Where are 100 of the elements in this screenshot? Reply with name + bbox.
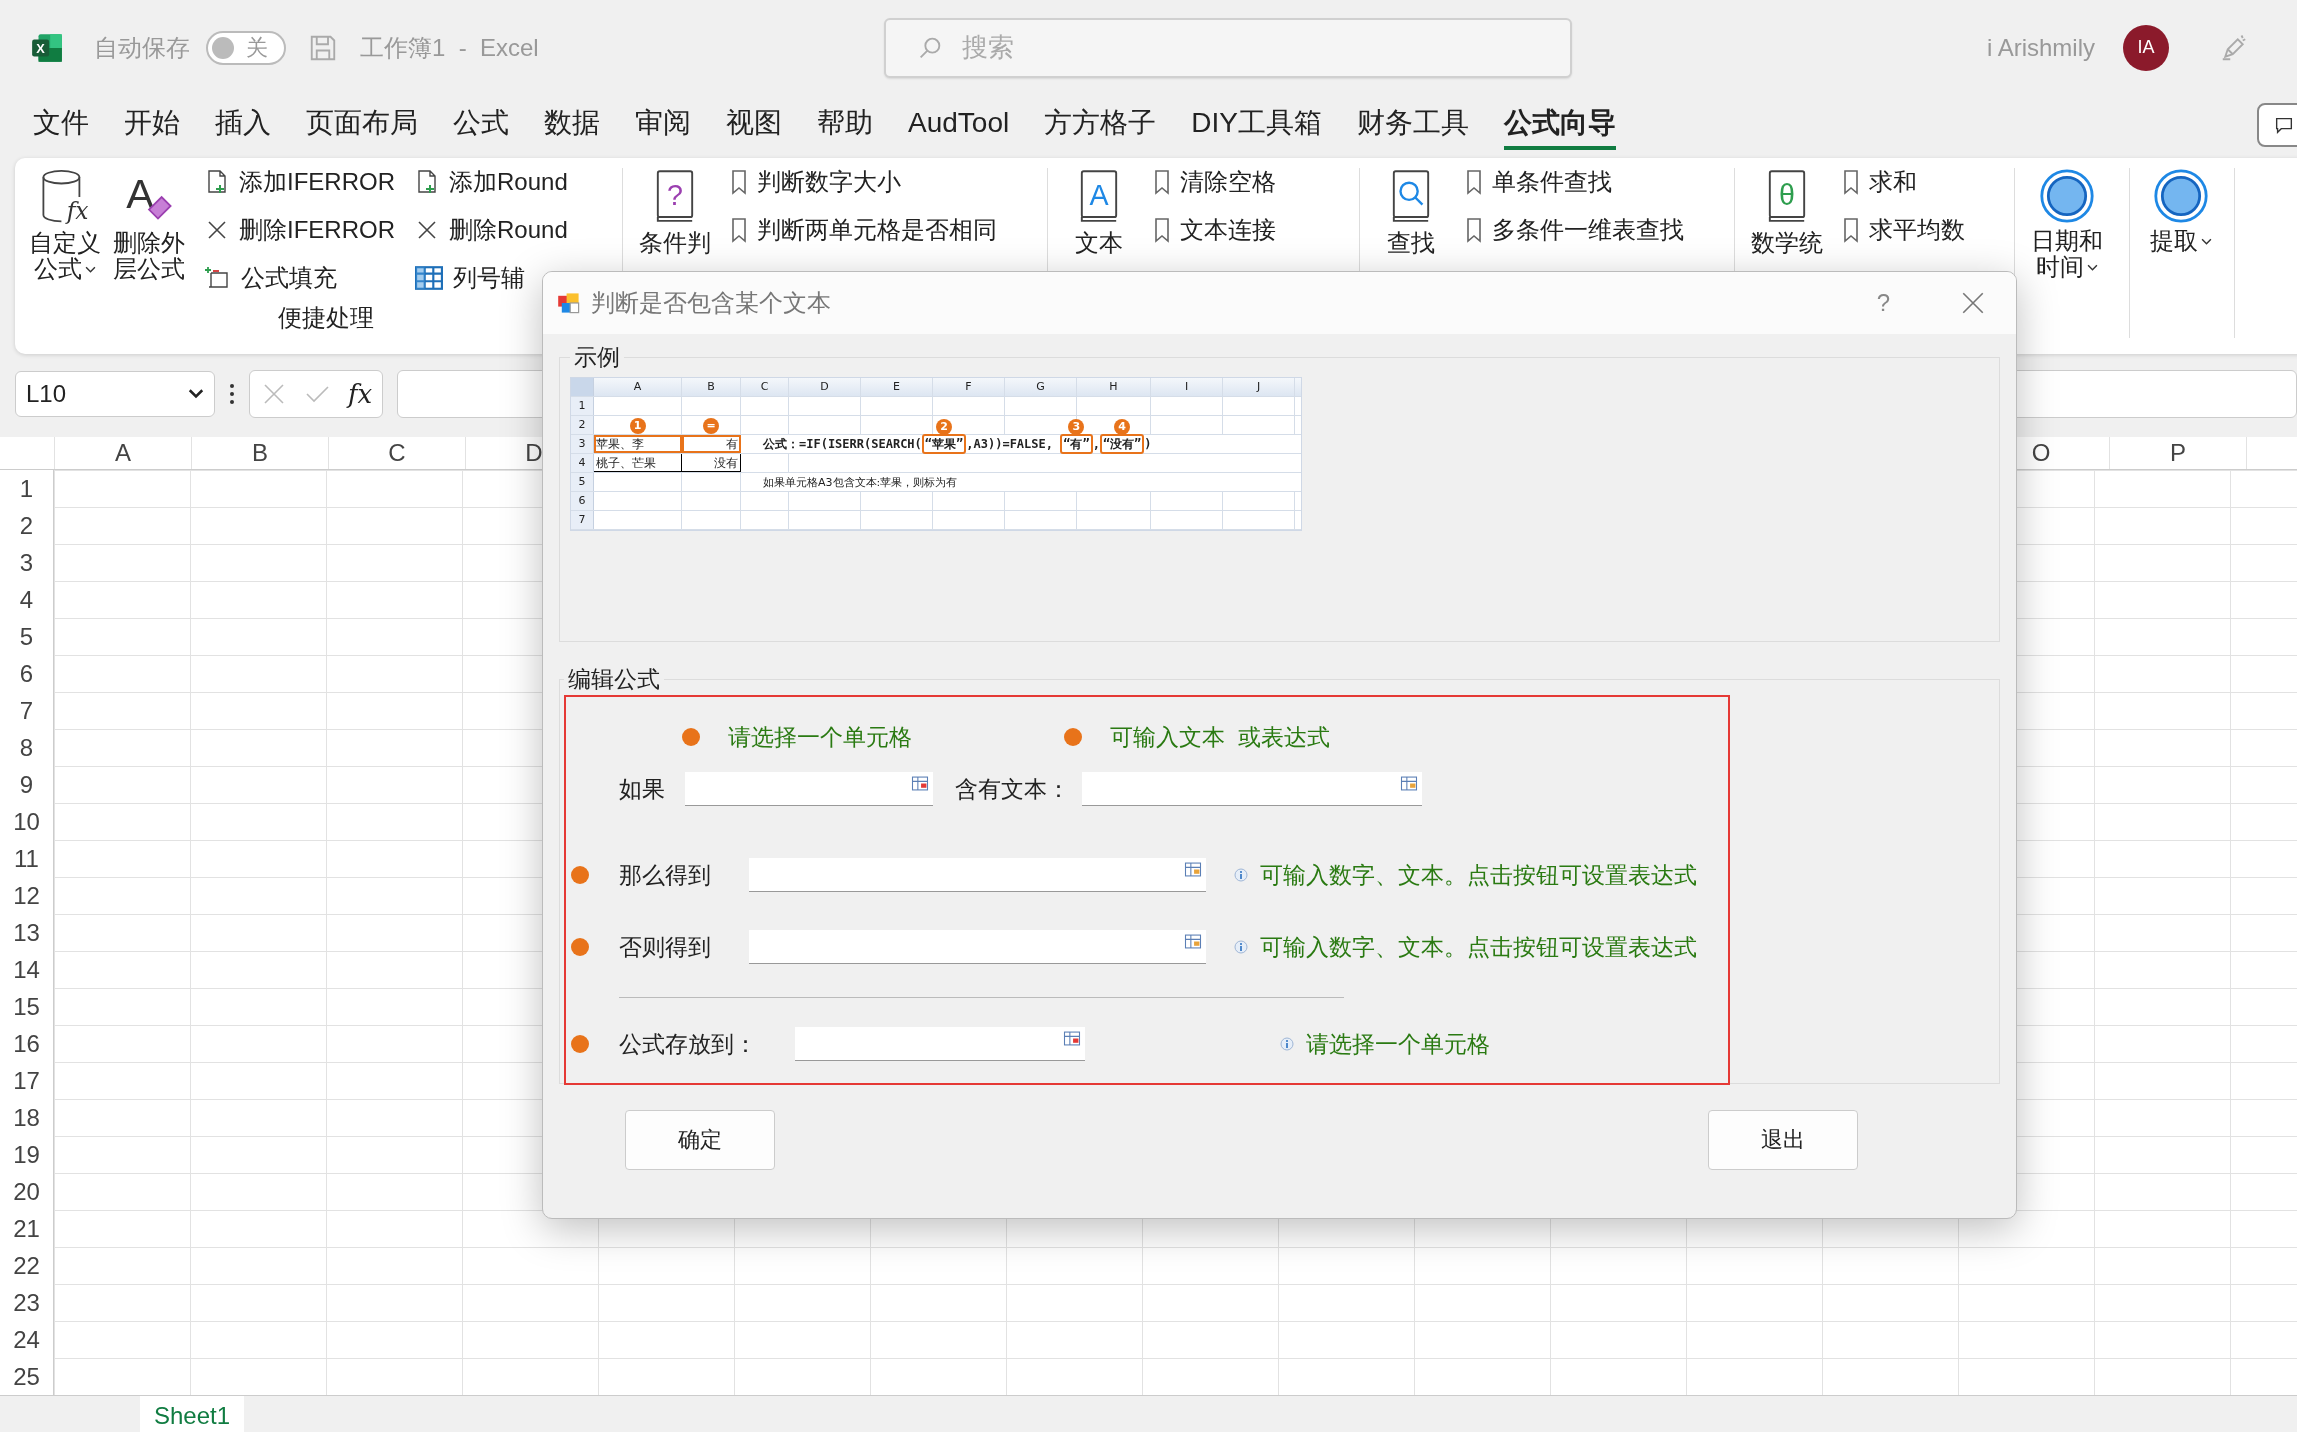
input-field[interactable]	[1082, 772, 1422, 806]
menu-tab[interactable]: 财务工具	[1356, 100, 1469, 150]
column-header: F	[933, 378, 1005, 396]
row-header[interactable]: 2	[0, 507, 53, 544]
field-label: 公式存放到：	[619, 1029, 758, 1059]
row-header[interactable]: 6	[0, 655, 53, 692]
row-header[interactable]: 24	[0, 1321, 53, 1358]
cell-picker-icon[interactable]	[1400, 776, 1418, 791]
input-field[interactable]	[749, 930, 1206, 964]
sheet-tab[interactable]: Sheet1	[140, 1396, 245, 1432]
menu-tab[interactable]: 审阅	[635, 100, 691, 150]
ribbon-button[interactable]: 提取	[2146, 168, 2216, 338]
column-header[interactable]: B	[191, 437, 328, 469]
menu-tab[interactable]: 开始	[124, 100, 180, 150]
menu-tab[interactable]: AudTool	[908, 100, 1010, 150]
row-header[interactable]: 16	[0, 1025, 53, 1062]
input-field[interactable]	[685, 772, 933, 806]
ribbon-button[interactable]: 添加Round	[415, 168, 568, 196]
row-header[interactable]: 14	[0, 951, 53, 988]
insert-function-button[interactable]: fx	[348, 379, 373, 409]
row-header[interactable]: 1	[0, 470, 53, 507]
dialog-button[interactable]: 确定	[625, 1110, 775, 1170]
column-header: A	[594, 378, 682, 396]
cell-picker-icon[interactable]	[1184, 862, 1202, 877]
menu-tab[interactable]: 帮助	[817, 100, 873, 150]
row-header[interactable]: 4	[0, 581, 53, 618]
menu-tab[interactable]: 公式向导	[1503, 100, 1616, 150]
ribbon-button[interactable]: 清除空格	[1154, 168, 1276, 196]
bookmark-icon	[731, 217, 747, 243]
dialog-button[interactable]: 退出	[1708, 1110, 1858, 1170]
menu-tab[interactable]: DIY工具箱	[1191, 100, 1322, 150]
input-field[interactable]	[749, 858, 1206, 892]
ribbon-button[interactable]: A 文本	[1064, 168, 1134, 338]
bookmark-icon	[1466, 169, 1482, 195]
step-badge: 2	[936, 419, 953, 435]
column-header[interactable]: A	[54, 437, 191, 469]
user-avatar[interactable]: IA	[2123, 24, 2169, 71]
ribbon-button[interactable]: 求平均数	[1843, 216, 1965, 244]
row-header[interactable]: 25	[0, 1358, 53, 1395]
row-header[interactable]: 10	[0, 803, 53, 840]
example-cell: 没有	[682, 454, 741, 472]
hint-text: 请选择一个单元格	[1306, 1029, 1490, 1059]
row-header: 7	[571, 511, 594, 529]
menu-tab[interactable]: 文件	[33, 100, 89, 150]
row-header[interactable]: 7	[0, 692, 53, 729]
menu-tab[interactable]: 数据	[544, 100, 600, 150]
column-header: I	[1151, 378, 1223, 396]
row-header[interactable]: 19	[0, 1136, 53, 1173]
autosave-label: 自动保存	[94, 32, 190, 63]
close-icon[interactable]	[1960, 290, 1986, 316]
menu-tab[interactable]: 视图	[726, 100, 782, 150]
ribbon-button[interactable]: 多条件一维表查找	[1466, 216, 1684, 244]
cell-picker-icon[interactable]	[1184, 934, 1202, 949]
step-marker-icon	[571, 938, 589, 956]
menu-tab[interactable]: 插入	[215, 100, 271, 150]
ribbon-button[interactable]: 单条件查找	[1466, 168, 1684, 196]
ribbon-button[interactable]: 判断数字大小	[731, 168, 997, 196]
ribbon-button[interactable]: A 删除外 层公式	[113, 168, 185, 302]
cell-picker-icon[interactable]	[911, 776, 929, 791]
user-name: i Arishmily	[1987, 33, 2095, 62]
cell-picker-icon[interactable]	[1063, 1031, 1081, 1046]
ribbon-button[interactable]: 公式填充	[205, 264, 395, 292]
name-box[interactable]: L10	[15, 371, 215, 417]
column-header[interactable]: P	[2109, 437, 2246, 469]
hint-text: 可输入文本 或表达式	[1110, 722, 1330, 752]
row-header[interactable]: 12	[0, 877, 53, 914]
column-header[interactable]: C	[328, 437, 465, 469]
cancel-icon[interactable]	[262, 382, 286, 406]
step-marker-icon	[682, 728, 700, 746]
ribbon-button[interactable]: 文本连接	[1154, 216, 1276, 244]
menu-tab[interactable]: 页面布局	[306, 100, 418, 150]
ribbon-button[interactable]: fx 自定义 公式	[29, 168, 101, 302]
row-header[interactable]: 11	[0, 840, 53, 877]
ribbon-button[interactable]: 删除Round	[415, 216, 568, 244]
row-header[interactable]: 3	[0, 544, 53, 581]
group-label: 便捷处理	[277, 303, 374, 333]
row-header[interactable]: 20	[0, 1173, 53, 1210]
menu-tab[interactable]: 方方格子	[1044, 100, 1157, 150]
row-header[interactable]: 23	[0, 1284, 53, 1321]
menu-tab[interactable]: 公式	[453, 100, 509, 150]
row-header[interactable]: 9	[0, 766, 53, 803]
ribbon-button[interactable]: 日期和 时间	[2031, 168, 2103, 338]
circle-icon	[2153, 168, 2209, 224]
ribbon-button[interactable]: 删除IFERROR	[205, 216, 395, 244]
more-icon[interactable]	[229, 382, 235, 406]
ribbon-button[interactable]: 添加IFERROR	[205, 168, 395, 196]
ribbon-button[interactable]: 求和	[1843, 168, 1965, 196]
row-header[interactable]: 8	[0, 729, 53, 766]
row-header[interactable]: 15	[0, 988, 53, 1025]
row-header[interactable]: 5	[0, 618, 53, 655]
row-header[interactable]: 13	[0, 914, 53, 951]
ribbon-button[interactable]: 判断两单元格是否相同	[731, 216, 997, 244]
document-plus-icon	[205, 169, 229, 195]
ribbon-button[interactable]: 查找	[1376, 168, 1446, 338]
row-header[interactable]: 18	[0, 1099, 53, 1136]
row-header[interactable]: 21	[0, 1210, 53, 1247]
row-header[interactable]: 22	[0, 1247, 53, 1284]
input-field[interactable]	[795, 1027, 1085, 1061]
step-marker-icon	[1064, 728, 1082, 746]
row-header[interactable]: 17	[0, 1062, 53, 1099]
